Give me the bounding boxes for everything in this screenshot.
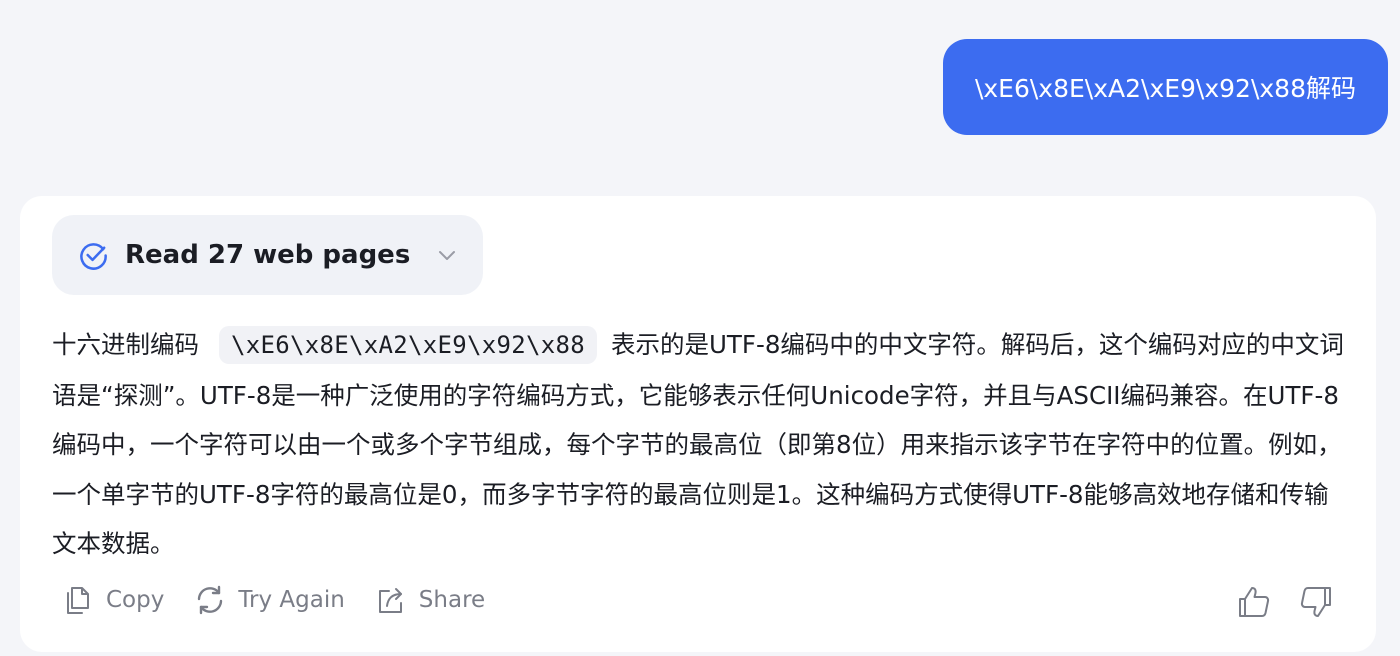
copy-button[interactable]: Copy — [60, 582, 164, 618]
refresh-icon — [192, 582, 228, 618]
user-message-bubble: \xE6\x8E\xA2\xE9\x92\x88解码 — [942, 39, 1388, 135]
share-label: Share — [418, 587, 486, 613]
answer-actions: Copy Try Again Share — [60, 582, 513, 618]
feedback-buttons — [1212, 582, 1336, 622]
share-icon — [373, 582, 409, 618]
answer-body: 表示的是UTF-8编码中的中文字符。解码后，这个编码对应的中文词语是“探测”。U… — [52, 330, 1344, 558]
inline-code: \xE6\x8E\xA2\xE9\x92\x88 — [219, 326, 597, 364]
answer-prefix: 十六进制编码 — [52, 330, 199, 359]
thumbs-up-icon[interactable] — [1234, 582, 1274, 622]
assistant-answer-card: Read 27 web pages 十六进制编码 \xE6\x8E\xA2\xE9… — [20, 196, 1376, 652]
sources-label: Read 27 web pages — [125, 240, 411, 270]
chevron-down-icon — [436, 244, 458, 266]
copy-label: Copy — [106, 587, 165, 613]
sources-toggle-button[interactable]: Read 27 web pages — [52, 215, 483, 295]
chat-page: \xE6\x8E\xA2\xE9\x92\x88解码 Read 27 web p… — [0, 0, 1400, 656]
try-again-label: Try Again — [238, 587, 345, 613]
thumbs-down-icon[interactable] — [1296, 582, 1336, 622]
try-again-button[interactable]: Try Again — [192, 582, 345, 618]
share-button[interactable]: Share — [373, 582, 485, 618]
check-circle-icon — [78, 240, 109, 271]
copy-icon — [60, 582, 96, 618]
user-message-text: \xE6\x8E\xA2\xE9\x92\x88解码 — [974, 74, 1356, 103]
answer-text: 十六进制编码 \xE6\x8E\xA2\xE9\x92\x88 表示的是UTF-8编… — [52, 320, 1352, 569]
